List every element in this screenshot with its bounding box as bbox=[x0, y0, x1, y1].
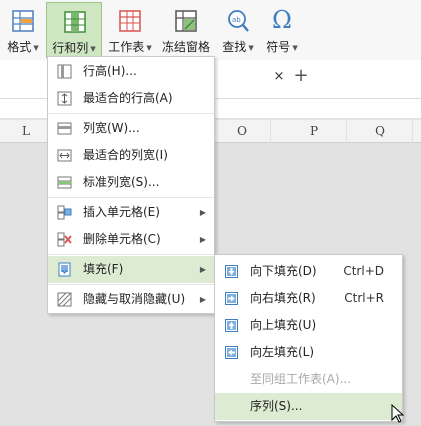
find-button[interactable]: ab 查找 ▼ bbox=[216, 2, 260, 58]
fill-left-icon bbox=[225, 346, 238, 359]
menu-item-label: 向下填充(D) bbox=[250, 264, 317, 278]
fill-icon bbox=[58, 262, 71, 277]
svg-text:ab: ab bbox=[232, 16, 241, 24]
menu-separator bbox=[48, 254, 214, 255]
column-width-icon bbox=[57, 122, 72, 135]
submenu-arrow-icon: ▶ bbox=[199, 235, 206, 244]
worksheet-button[interactable]: 工作表 ▼ bbox=[104, 2, 156, 58]
rows-columns-menu: 行高(H)... 最适合的行高(A) 列宽(W)... 最适合的列宽(I) 标准… bbox=[47, 56, 215, 314]
column-header-p[interactable]: P bbox=[284, 120, 344, 142]
submenu-arrow-icon: ▶ bbox=[199, 208, 206, 217]
menu-separator bbox=[48, 284, 214, 285]
menu-item-fill-up[interactable]: 向上填充(U) bbox=[215, 312, 402, 339]
menu-item-label: 标准列宽(S)... bbox=[83, 175, 160, 189]
menu-item-autofit-row-height[interactable]: 最适合的行高(A) bbox=[48, 85, 214, 112]
menu-item-label: 删除单元格(C) bbox=[83, 232, 161, 246]
menu-separator bbox=[48, 197, 214, 198]
menu-item-shortcut: Ctrl+D bbox=[343, 264, 384, 278]
chevron-down-icon: ▼ bbox=[292, 44, 298, 52]
row-height-icon bbox=[57, 64, 72, 79]
submenu-arrow-icon: ▶ bbox=[199, 265, 206, 274]
menu-separator bbox=[48, 113, 214, 114]
menu-item-autofit-column-width[interactable]: 最适合的列宽(I) bbox=[48, 142, 214, 169]
freeze-panes-button[interactable]: 冻结窗格 bbox=[158, 2, 214, 58]
mouse-cursor-icon bbox=[391, 404, 405, 423]
freeze-panes-icon bbox=[175, 10, 197, 32]
menu-item-label: 列宽(W)... bbox=[83, 121, 140, 135]
symbol-label: 符号 bbox=[266, 40, 291, 54]
hide-unhide-icon bbox=[57, 292, 72, 307]
column-header-l[interactable]: L bbox=[0, 120, 52, 142]
autofit-column-width-icon bbox=[57, 149, 72, 162]
grid-column-line bbox=[412, 120, 413, 426]
menu-item-standard-column-width[interactable]: 标准列宽(S)... bbox=[48, 169, 214, 196]
find-label: 查找 bbox=[222, 40, 247, 54]
menu-item-hide-unhide[interactable]: 隐藏与取消隐藏(U) ▶ bbox=[48, 286, 214, 313]
rows-columns-icon bbox=[64, 11, 86, 33]
autofit-row-height-icon bbox=[57, 91, 72, 106]
menu-item-fill[interactable]: 填充(F) ▶ bbox=[48, 256, 214, 283]
menu-item-label: 填充(F) bbox=[83, 262, 124, 276]
add-tab-icon[interactable]: + bbox=[292, 67, 310, 85]
chevron-down-icon: ▼ bbox=[146, 44, 152, 52]
ribbon-toolbar: 格式 ▼ 行和列 ▼ 工作表 ▼ 冻结窗格 ab 查找 ▼ Ω 符号 ▼ bbox=[0, 0, 421, 61]
chevron-down-icon: ▼ bbox=[90, 45, 96, 53]
menu-item-insert-cells[interactable]: 插入单元格(E) ▶ bbox=[48, 199, 214, 226]
find-icon: ab bbox=[228, 10, 249, 32]
format-label: 格式 bbox=[7, 40, 32, 54]
standard-column-width-icon bbox=[57, 176, 72, 189]
menu-item-fill-across-worksheets: 至同组工作表(A)... bbox=[215, 366, 402, 393]
rows-columns-button[interactable]: 行和列 ▼ bbox=[46, 2, 102, 58]
menu-item-label: 最适合的行高(A) bbox=[83, 91, 173, 105]
menu-item-label: 隐藏与取消隐藏(U) bbox=[83, 292, 186, 306]
submenu-arrow-icon: ▶ bbox=[199, 295, 206, 304]
symbol-button[interactable]: Ω 符号 ▼ bbox=[262, 2, 302, 58]
menu-item-label: 至同组工作表(A)... bbox=[250, 372, 352, 386]
fill-down-icon bbox=[225, 265, 238, 278]
menu-item-label: 最适合的列宽(I) bbox=[83, 148, 168, 162]
delete-cells-icon bbox=[57, 232, 72, 247]
menu-item-label: 序列(S)... bbox=[250, 399, 303, 413]
fill-right-icon bbox=[225, 292, 238, 305]
menu-item-delete-cells[interactable]: 删除单元格(C) ▶ bbox=[48, 226, 214, 253]
chevron-down-icon: ▼ bbox=[33, 44, 39, 52]
menu-item-fill-down[interactable]: 向下填充(D) Ctrl+D bbox=[215, 258, 402, 285]
freeze-panes-label: 冻结窗格 bbox=[161, 40, 210, 54]
menu-item-column-width[interactable]: 列宽(W)... bbox=[48, 115, 214, 142]
menu-item-label: 向右填充(R) bbox=[250, 291, 316, 305]
menu-item-label: 插入单元格(E) bbox=[83, 205, 160, 219]
menu-item-label: 向左填充(L) bbox=[250, 345, 315, 359]
menu-item-fill-left[interactable]: 向左填充(L) bbox=[215, 339, 402, 366]
insert-cells-icon bbox=[57, 205, 72, 220]
format-icon bbox=[12, 10, 34, 32]
menu-item-series[interactable]: 序列(S)... bbox=[215, 393, 402, 420]
worksheet-label: 工作表 bbox=[108, 40, 145, 54]
column-header-q[interactable]: Q bbox=[350, 120, 410, 142]
fill-up-icon bbox=[225, 319, 238, 332]
omega-icon: Ω bbox=[272, 6, 292, 34]
close-icon[interactable]: × bbox=[272, 70, 286, 84]
fill-submenu: 向下填充(D) Ctrl+D 向右填充(R) Ctrl+R 向上填充(U) 向左… bbox=[214, 254, 403, 422]
menu-item-fill-right[interactable]: 向右填充(R) Ctrl+R bbox=[215, 285, 402, 312]
menu-item-label: 向上填充(U) bbox=[250, 318, 317, 332]
menu-item-row-height[interactable]: 行高(H)... bbox=[48, 58, 214, 85]
rows-columns-label: 行和列 bbox=[52, 41, 89, 55]
worksheet-icon bbox=[119, 10, 141, 32]
menu-item-shortcut: Ctrl+R bbox=[344, 291, 384, 305]
chevron-down-icon: ▼ bbox=[248, 44, 254, 52]
column-header-o[interactable]: O bbox=[214, 120, 270, 142]
format-button[interactable]: 格式 ▼ bbox=[2, 2, 44, 58]
menu-item-label: 行高(H)... bbox=[83, 64, 137, 78]
